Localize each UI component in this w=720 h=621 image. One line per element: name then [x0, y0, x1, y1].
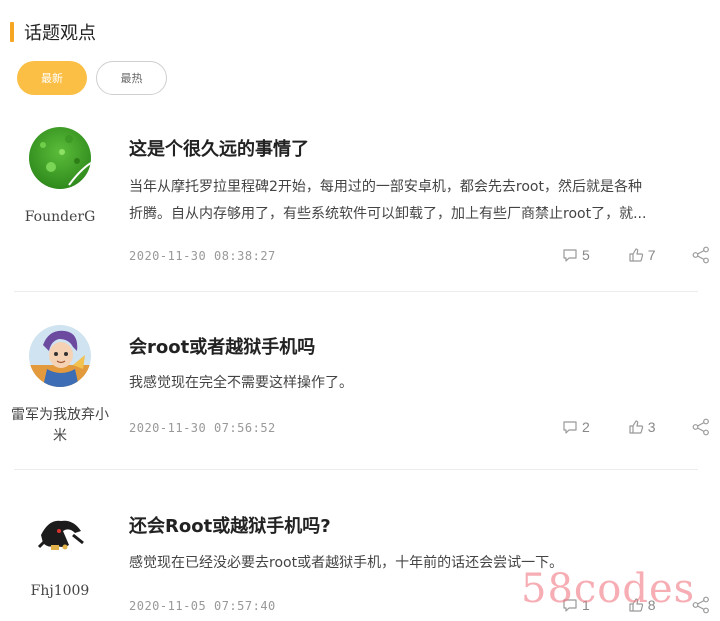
like-button[interactable]: 3: [628, 419, 656, 435]
post-title[interactable]: 会root或者越狱手机吗: [129, 333, 315, 359]
post-excerpt[interactable]: 我感觉现在完全不需要这样操作了。: [129, 370, 699, 397]
post-title[interactable]: 这是个很久远的事情了: [129, 135, 309, 161]
share-icon: [692, 418, 710, 436]
post-actions: 5 7: [562, 246, 710, 264]
like-count: 7: [647, 247, 656, 263]
post-excerpt[interactable]: 当年从摩托罗拉里程碑2开始，每用过的一部安卓机，都会先去root，然后就是各种 …: [129, 174, 699, 228]
like-button[interactable]: 7: [628, 247, 656, 263]
sort-tabs: 最新 最热: [17, 61, 167, 95]
comment-button[interactable]: 5: [562, 247, 590, 263]
like-button[interactable]: 8: [628, 597, 656, 613]
share-button[interactable]: [692, 246, 710, 264]
post-date: 2020-11-30 07:56:52: [129, 421, 276, 435]
section-title: 话题观点: [24, 23, 96, 44]
tab-hottest[interactable]: 最热: [96, 61, 167, 95]
thumbs-up-icon: [628, 597, 644, 613]
share-button[interactable]: [692, 596, 710, 614]
avatar[interactable]: [29, 505, 91, 567]
section-header: 话题观点: [10, 20, 96, 44]
avatar[interactable]: [29, 325, 91, 387]
comment-icon: [562, 247, 578, 263]
tab-latest[interactable]: 最新: [17, 61, 87, 95]
comment-icon: [562, 419, 578, 435]
divider: [14, 291, 698, 292]
comment-count: 2: [582, 419, 590, 435]
like-count: 3: [647, 419, 656, 435]
share-button[interactable]: [692, 418, 710, 436]
share-icon: [692, 596, 710, 614]
comment-count: 1: [582, 597, 590, 613]
excerpt-line: 折腾。自从内存够用了，有些系统软件可以卸载了，加上有些厂商禁止root了，就..…: [129, 206, 647, 222]
post-date: 2020-11-30 08:38:27: [129, 249, 276, 263]
excerpt-line: 感觉现在已经没必要去root或者越狱手机，十年前的话还会尝试一下。: [129, 555, 564, 571]
thumbs-up-icon: [628, 419, 644, 435]
like-count: 8: [647, 597, 656, 613]
thumbs-up-icon: [628, 247, 644, 263]
divider: [14, 469, 698, 470]
comment-count: 5: [582, 247, 590, 263]
section-accent-bar: [10, 22, 14, 42]
author-name[interactable]: Fhj1009: [8, 581, 112, 602]
author-name[interactable]: FounderG: [8, 207, 112, 228]
comment-button[interactable]: 1: [562, 597, 590, 613]
author-name[interactable]: 雷军为我放弃小米: [8, 405, 112, 447]
post-excerpt[interactable]: 感觉现在已经没必要去root或者越狱手机，十年前的话还会尝试一下。: [129, 550, 699, 577]
comment-icon: [562, 597, 578, 613]
post-date: 2020-11-05 07:57:40: [129, 599, 276, 613]
excerpt-line: 我感觉现在完全不需要这样操作了。: [129, 375, 353, 391]
post-title[interactable]: 还会Root或越狱手机吗?: [129, 512, 331, 538]
excerpt-line: 当年从摩托罗拉里程碑2开始，每用过的一部安卓机，都会先去root，然后就是各种: [129, 179, 642, 195]
post-actions: 2 3: [562, 418, 710, 436]
comment-button[interactable]: 2: [562, 419, 590, 435]
post-actions: 1 8: [562, 596, 710, 614]
avatar[interactable]: [29, 127, 91, 189]
share-icon: [692, 246, 710, 264]
